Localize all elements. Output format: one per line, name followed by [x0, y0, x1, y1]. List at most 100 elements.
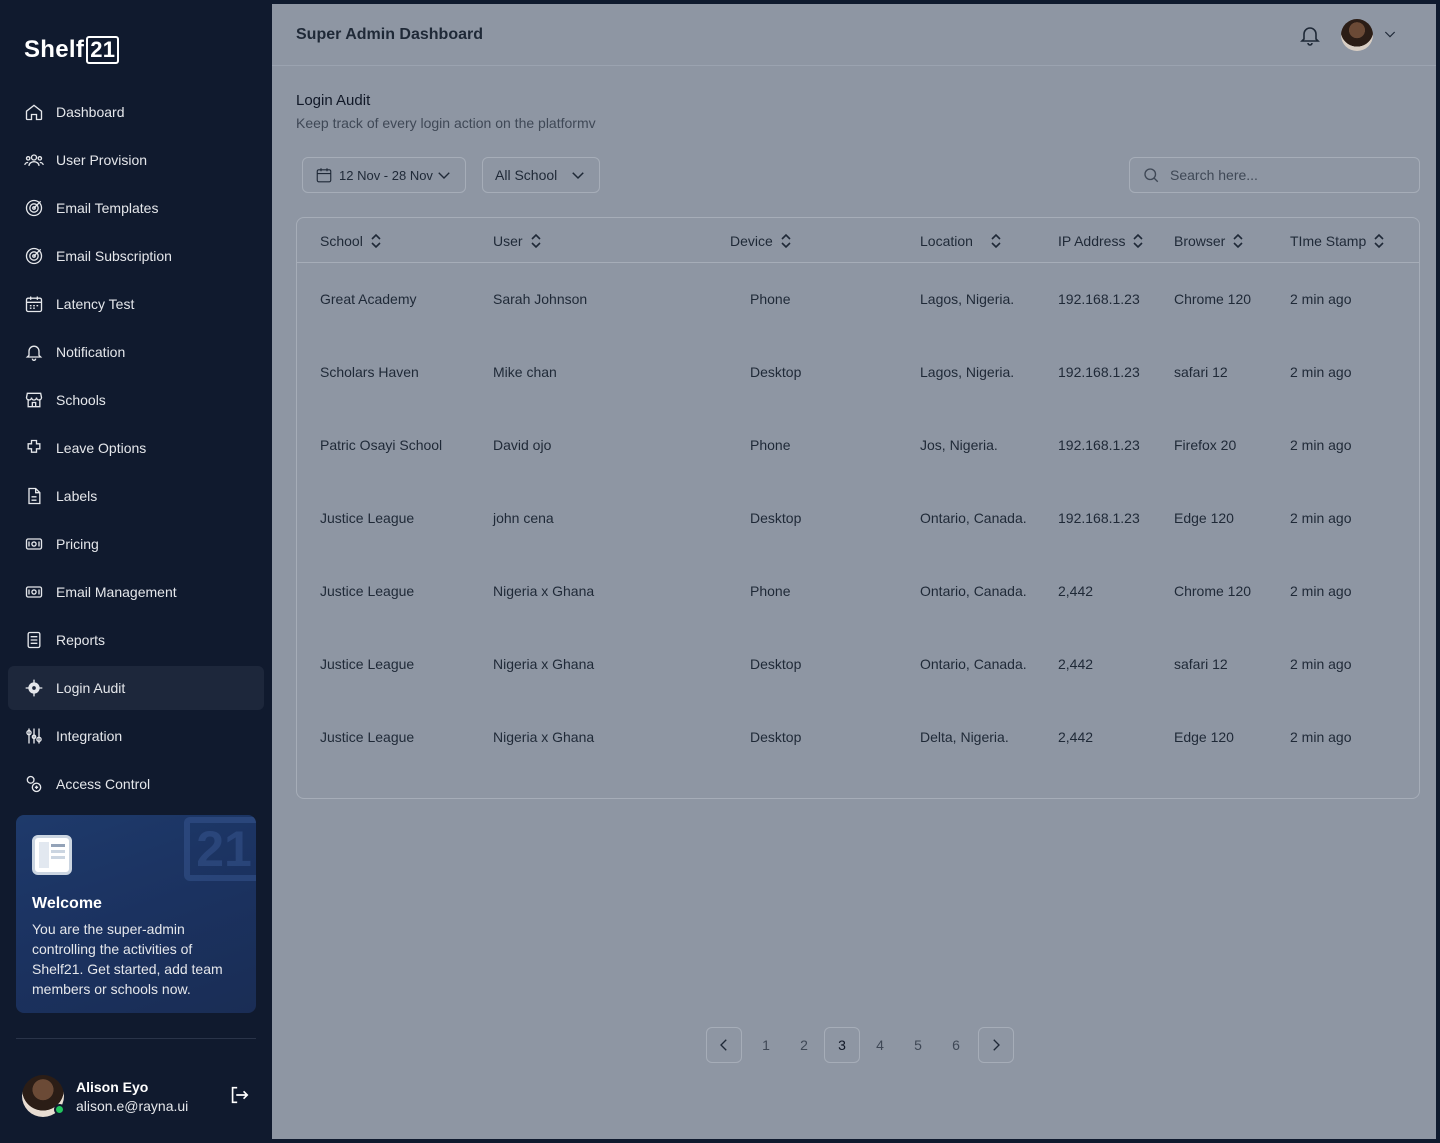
sidebar-item-notification[interactable]: Notification — [8, 330, 264, 374]
sidebar-item-label: Notification — [56, 344, 126, 360]
sidebar: Shelf 21 Dashboard User Provision Email T… — [0, 0, 272, 1143]
column-label: School — [320, 232, 363, 249]
access-icon — [26, 775, 42, 793]
cell-user: Nigeria x Ghana — [493, 583, 595, 599]
sidebar-item-label: Email Management — [56, 584, 177, 600]
sidebar-item-latency-test[interactable]: Latency Test — [8, 282, 264, 326]
table-body: Great Academy Sarah Johnson Phone Lagos, Ni… — [297, 263, 1419, 774]
sidebar-item-label: Integration — [56, 728, 123, 744]
chevron-left-icon — [720, 1039, 727, 1051]
cell-device: Desktop — [750, 364, 802, 380]
sidebar-item-leave-options[interactable]: Leave Options — [8, 426, 264, 470]
page-button-5[interactable]: 5 — [900, 1027, 936, 1063]
table-row[interactable]: Justice League Nigeria x Ghana Desktop Onta… — [297, 628, 1419, 701]
table-row[interactable]: Patric Osayi School David ojo Phone Jos, Ni… — [297, 409, 1419, 482]
sidebar-item-dashboard[interactable]: Dashboard — [8, 90, 264, 134]
avatar[interactable] — [1341, 19, 1373, 51]
sidebar-item-email-management[interactable]: Email Management — [8, 570, 264, 614]
logout-button[interactable] — [228, 1084, 250, 1106]
cell-ip-address: 192.168.1.23 — [1058, 291, 1140, 307]
sidebar-item-email-templates[interactable]: Email Templates — [8, 186, 264, 230]
page-button-6[interactable]: 6 — [938, 1027, 974, 1063]
sidebar-item-login-audit[interactable]: Login Audit — [8, 666, 264, 710]
table-row[interactable]: Justice League Nigeria x Ghana Phone Ontari… — [297, 555, 1419, 628]
cell-user: Nigeria x Ghana — [493, 729, 595, 745]
table-row[interactable]: Great Academy Sarah Johnson Phone Lagos, Ni… — [297, 263, 1419, 336]
date-range-value: 12 Nov - 28 Nov — [339, 167, 433, 183]
cell-location: Lagos, Nigeria. — [920, 364, 1015, 380]
cell-device: Desktop — [750, 729, 802, 745]
main-content: Super Admin Dashboard Login Audit Keep t… — [272, 4, 1436, 1139]
avatar[interactable] — [22, 1075, 65, 1117]
page-button-1[interactable]: 1 — [748, 1027, 784, 1063]
sidebar-item-user-provision[interactable]: User Provision — [8, 138, 264, 182]
table-row[interactable]: Justice League Nigeria x Ghana Desktop Delt… — [297, 701, 1419, 774]
page-button-3[interactable]: 3 — [824, 1027, 860, 1063]
pagination: 1 2 3 4 5 6 — [706, 1027, 1014, 1063]
column-header-ip-address[interactable]: IP Address — [1058, 218, 1145, 263]
column-label: Browser — [1174, 232, 1226, 249]
column-header-device[interactable]: Device — [730, 218, 793, 263]
file-icon — [28, 487, 41, 505]
store-icon — [25, 392, 43, 408]
page-button-2[interactable]: 2 — [786, 1027, 822, 1063]
page-button-4[interactable]: 4 — [862, 1027, 898, 1063]
sidebar-item-integration[interactable]: Integration — [8, 714, 264, 758]
next-page-button[interactable] — [978, 1027, 1014, 1063]
sort-icon — [1233, 233, 1243, 248]
bell-icon — [1300, 27, 1320, 46]
sort-icon — [1133, 233, 1144, 248]
column-label: TIme Stamp — [1290, 232, 1367, 249]
column-label: IP Address — [1058, 232, 1126, 249]
gear-icon — [25, 679, 43, 697]
profile-menu-toggle[interactable] — [1382, 26, 1398, 42]
logout-icon — [231, 1086, 249, 1104]
sidebar-item-email-subscription[interactable]: Email Subscription — [8, 234, 264, 278]
brand-watermark: 21 — [184, 817, 256, 881]
sidebar-item-schools[interactable]: Schools — [8, 378, 264, 422]
column-header-browser[interactable]: Browser — [1174, 218, 1245, 263]
cell-ip-address: 192.168.1.23 — [1058, 510, 1140, 526]
table-row[interactable]: Scholars Haven Mike chan Desktop Lagos, Nig… — [297, 336, 1419, 409]
school-filter-select[interactable]: All School — [482, 157, 600, 193]
sort-icon — [781, 233, 791, 248]
welcome-title: Welcome — [32, 895, 102, 912]
sidebar-item-labels[interactable]: Labels — [8, 474, 264, 518]
search-box[interactable] — [1129, 157, 1420, 193]
cell-browser: Edge 120 — [1174, 510, 1234, 526]
column-label: User — [493, 232, 523, 249]
notification-button[interactable] — [1298, 23, 1322, 47]
sidebar-divider — [16, 1038, 256, 1039]
cell-time-stamp: 2 min ago — [1290, 583, 1352, 599]
column-header-location[interactable]: Location — [920, 218, 1003, 263]
user-info: Alison Eyo alison.e@rayna.ui — [76, 1079, 188, 1114]
cell-ip-address: 2,442 — [1058, 583, 1094, 599]
search-input[interactable] — [1170, 167, 1400, 183]
cell-browser: Edge 120 — [1174, 729, 1234, 745]
table-row[interactable]: Justice League john cena Desktop Ontario, C… — [297, 482, 1419, 555]
cell-time-stamp: 2 min ago — [1290, 656, 1352, 672]
chevron-down-icon — [438, 172, 450, 179]
home-icon — [25, 104, 43, 121]
brand-name: Shelf — [24, 36, 85, 63]
cell-browser: Chrome 120 — [1174, 291, 1252, 307]
cell-ip-address: 2,442 — [1058, 656, 1094, 672]
chevron-down-icon — [572, 172, 584, 180]
sidebar-item-reports[interactable]: Reports — [8, 618, 264, 662]
brand-logo[interactable]: Shelf 21 — [24, 36, 120, 64]
money-icon — [25, 538, 43, 550]
column-header-user[interactable]: User — [493, 218, 543, 263]
user-card[interactable]: Alison Eyo alison.e@rayna.ui — [22, 1073, 252, 1119]
sidebar-item-pricing[interactable]: Pricing — [8, 522, 264, 566]
page-subtitle: Keep track of every login action on the … — [296, 115, 596, 131]
welcome-card: 21 Welcome You are the super-admin contr… — [16, 815, 256, 1013]
sidebar-item-access-control[interactable]: Access Control — [8, 762, 264, 806]
cell-school: Justice League — [320, 656, 415, 672]
date-range-filter[interactable]: 12 Nov - 28 Nov — [302, 157, 466, 193]
login-audit-table: School User Device Location IP Address B… — [296, 217, 1420, 799]
previous-page-button[interactable] — [706, 1027, 742, 1063]
cell-ip-address: 2,442 — [1058, 729, 1094, 745]
column-header-school[interactable]: School — [320, 218, 383, 263]
column-header-time-stamp[interactable]: TIme Stamp — [1290, 218, 1386, 263]
user-name: Alison Eyo — [76, 1078, 149, 1095]
